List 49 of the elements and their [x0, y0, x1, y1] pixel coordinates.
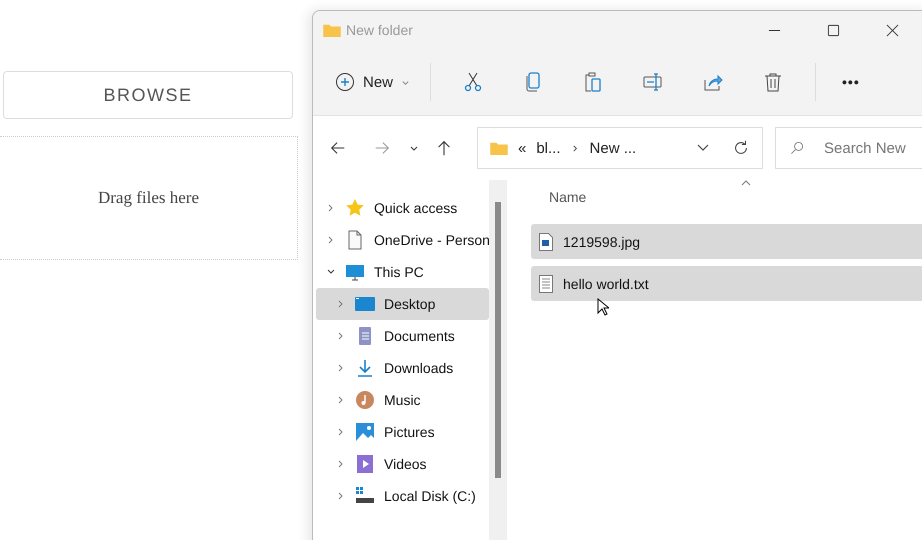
breadcrumb-overflow[interactable]: « — [518, 140, 526, 156]
window-title: New folder — [346, 22, 413, 38]
videos-icon — [355, 454, 375, 474]
new-button[interactable]: New — [327, 66, 418, 98]
delete-icon[interactable] — [763, 72, 784, 92]
cut-icon[interactable] — [463, 72, 484, 92]
breadcrumb[interactable]: New ... — [590, 140, 636, 156]
browse-button[interactable]: BROWSE — [3, 71, 293, 119]
file-row[interactable]: 1219598.jpg — [531, 224, 922, 259]
navigation-item[interactable]: Desktop — [316, 288, 489, 320]
mouse-pointer-icon — [597, 298, 609, 316]
monitor-icon — [345, 262, 365, 282]
rename-icon[interactable] — [643, 72, 664, 92]
navigation-item[interactable]: Downloads — [316, 352, 489, 384]
column-header[interactable]: Name — [549, 189, 586, 205]
share-icon[interactable] — [703, 72, 724, 92]
download-icon — [355, 358, 375, 378]
star-icon — [345, 198, 365, 218]
text-file-icon — [539, 274, 553, 292]
navigation-item[interactable]: Videos — [316, 448, 489, 480]
navigation-item[interactable]: Pictures — [316, 416, 489, 448]
sort-ascending-icon — [741, 180, 751, 186]
address-bar[interactable]: « bl... New ... — [477, 127, 763, 169]
more-options-button[interactable]: ••• — [836, 70, 866, 94]
pictures-icon — [355, 422, 375, 442]
refresh-icon[interactable] — [732, 139, 750, 157]
file-row[interactable]: hello world.txt — [531, 266, 922, 301]
navigation-item[interactable]: Music — [316, 384, 489, 416]
scrollbar-thumb[interactable] — [495, 202, 501, 478]
desktop-icon — [355, 294, 375, 314]
chevron-right-icon — [570, 144, 580, 152]
breadcrumb[interactable]: bl... — [536, 140, 561, 156]
folder-icon — [323, 23, 341, 37]
maximize-icon[interactable] — [827, 24, 840, 36]
navigation-item[interactable]: Documents — [316, 320, 489, 352]
navigation-item[interactable]: Quick access — [316, 192, 489, 224]
drop-zone[interactable]: Drag files here — [0, 136, 298, 260]
navigation-item[interactable]: OneDrive - Person — [316, 224, 489, 256]
image-file-icon — [539, 232, 553, 250]
paste-icon[interactable] — [583, 72, 604, 92]
plus-icon — [335, 72, 355, 92]
search-field[interactable]: Search New — [775, 127, 922, 169]
dropdown-icon[interactable] — [696, 143, 710, 153]
folder-icon — [490, 141, 508, 155]
navigation-item[interactable]: This PC — [316, 256, 489, 288]
close-icon[interactable] — [886, 24, 899, 36]
navigation-item[interactable]: Local Disk (C:) — [316, 480, 489, 512]
music-icon — [355, 390, 375, 410]
disk-drive-icon — [355, 486, 375, 506]
